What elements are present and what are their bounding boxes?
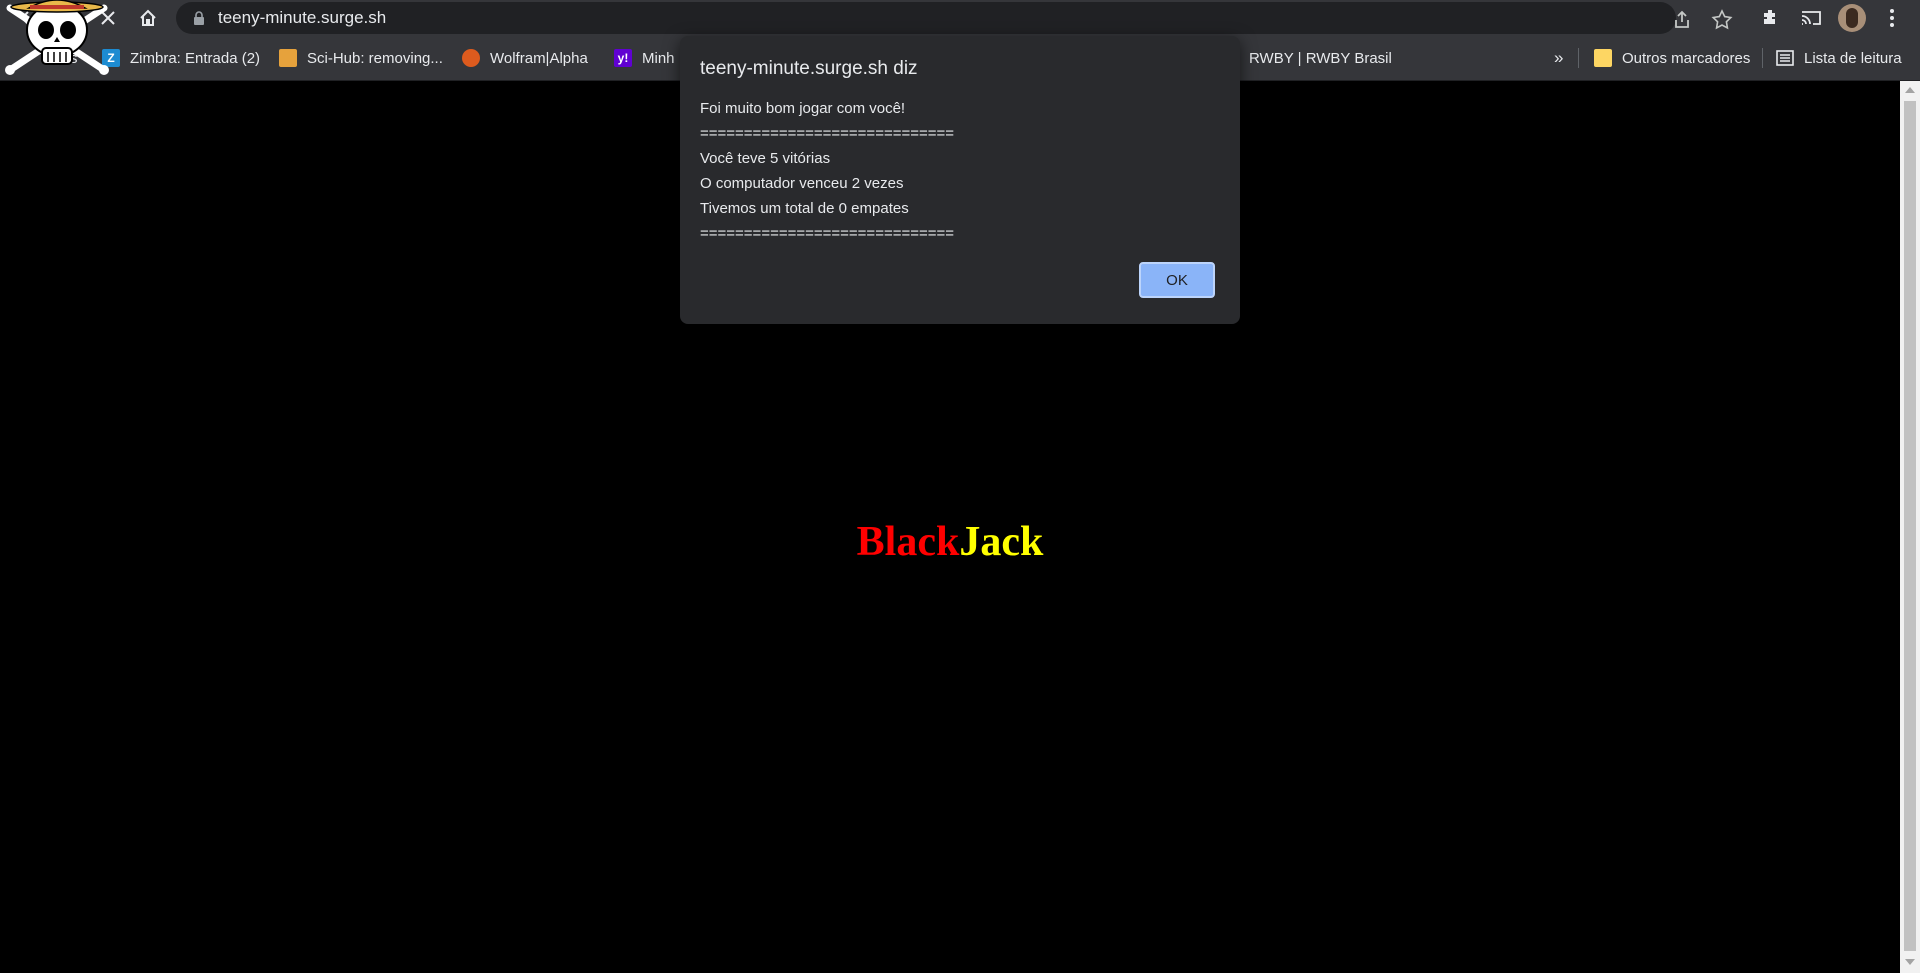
wolfram-icon [462, 49, 480, 67]
jolly-roger-logo-icon [5, 0, 109, 75]
share-icon[interactable] [1670, 8, 1694, 32]
dialog-line: Foi muito bom jogar com você! [700, 100, 906, 117]
page-scrollbar[interactable] [1900, 81, 1920, 973]
title-black-part: Black [856, 519, 960, 565]
scihub-icon [279, 49, 297, 67]
bookmark-label: RWBY | RWBY Brasil [1249, 49, 1392, 67]
ok-button[interactable]: OK [1139, 262, 1215, 298]
bookmark-label: Sci-Hub: removing... [307, 49, 443, 67]
chevron-double-right-icon: » [1554, 48, 1564, 67]
folder-label: Outros marcadores [1622, 49, 1751, 67]
lock-icon [194, 11, 204, 25]
other-bookmarks-folder[interactable]: Outros marcadores [1594, 46, 1750, 70]
page-title: BlackJack [0, 518, 1900, 566]
scroll-up-arrow-icon[interactable] [1905, 87, 1915, 93]
profile-avatar[interactable] [1838, 4, 1866, 32]
reading-list-label: Lista de leitura [1804, 49, 1902, 67]
bookmark-item-rwby[interactable]: RWBY | RWBY Brasil [1249, 46, 1392, 70]
reading-list-button[interactable]: Lista de leitura [1776, 46, 1902, 70]
bookmark-item-scihub[interactable]: Sci-Hub: removing... [279, 46, 443, 70]
bookmark-label: Minh [642, 49, 675, 67]
home-icon [140, 9, 156, 26]
bookmark-label: Wolfram|Alpha [490, 49, 588, 67]
extensions-icon[interactable] [1759, 6, 1783, 30]
divider [1762, 48, 1763, 68]
address-bar[interactable]: teeny-minute.surge.sh [176, 2, 1733, 34]
bookmark-star-icon[interactable] [1710, 8, 1734, 32]
bookmark-item-yahoo[interactable]: y! Minh [614, 46, 675, 70]
bookmarks-overflow-button[interactable]: » [1554, 46, 1563, 70]
url-text: teeny-minute.surge.sh [218, 8, 387, 27]
title-jack-part: Jack [959, 519, 1044, 565]
yahoo-icon: y! [614, 49, 632, 67]
dialog-line: ============================= [700, 125, 955, 142]
bookmark-item-zimbra[interactable]: Z Zimbra: Entrada (2) [102, 46, 260, 70]
dialog-title: teeny-minute.surge.sh diz [700, 58, 918, 79]
folder-icon [1594, 49, 1612, 67]
dialog-line: Você teve 5 vitórias [700, 150, 831, 167]
reading-list-icon [1776, 50, 1794, 66]
home-button[interactable] [134, 4, 162, 32]
scroll-thumb[interactable] [1904, 101, 1916, 951]
dialog-message: Foi muito bom jogar com você! ==========… [700, 96, 954, 246]
dialog-line: O computador venceu 2 vezes [700, 175, 904, 192]
scroll-down-arrow-icon[interactable] [1905, 959, 1915, 965]
cast-icon[interactable] [1799, 6, 1823, 30]
divider [1578, 48, 1579, 68]
menu-dots-icon[interactable] [1880, 6, 1904, 30]
dialog-line: Tivemos um total de 0 empates [700, 200, 909, 217]
alert-dialog: teeny-minute.surge.sh diz Foi muito bom … [680, 36, 1240, 324]
dialog-line: ============================= [700, 225, 955, 242]
bookmark-label: Zimbra: Entrada (2) [130, 49, 261, 67]
browser-toolbar: teeny-minute.surge.sh [0, 0, 1920, 36]
bookmark-item-wolfram[interactable]: Wolfram|Alpha [462, 46, 588, 70]
